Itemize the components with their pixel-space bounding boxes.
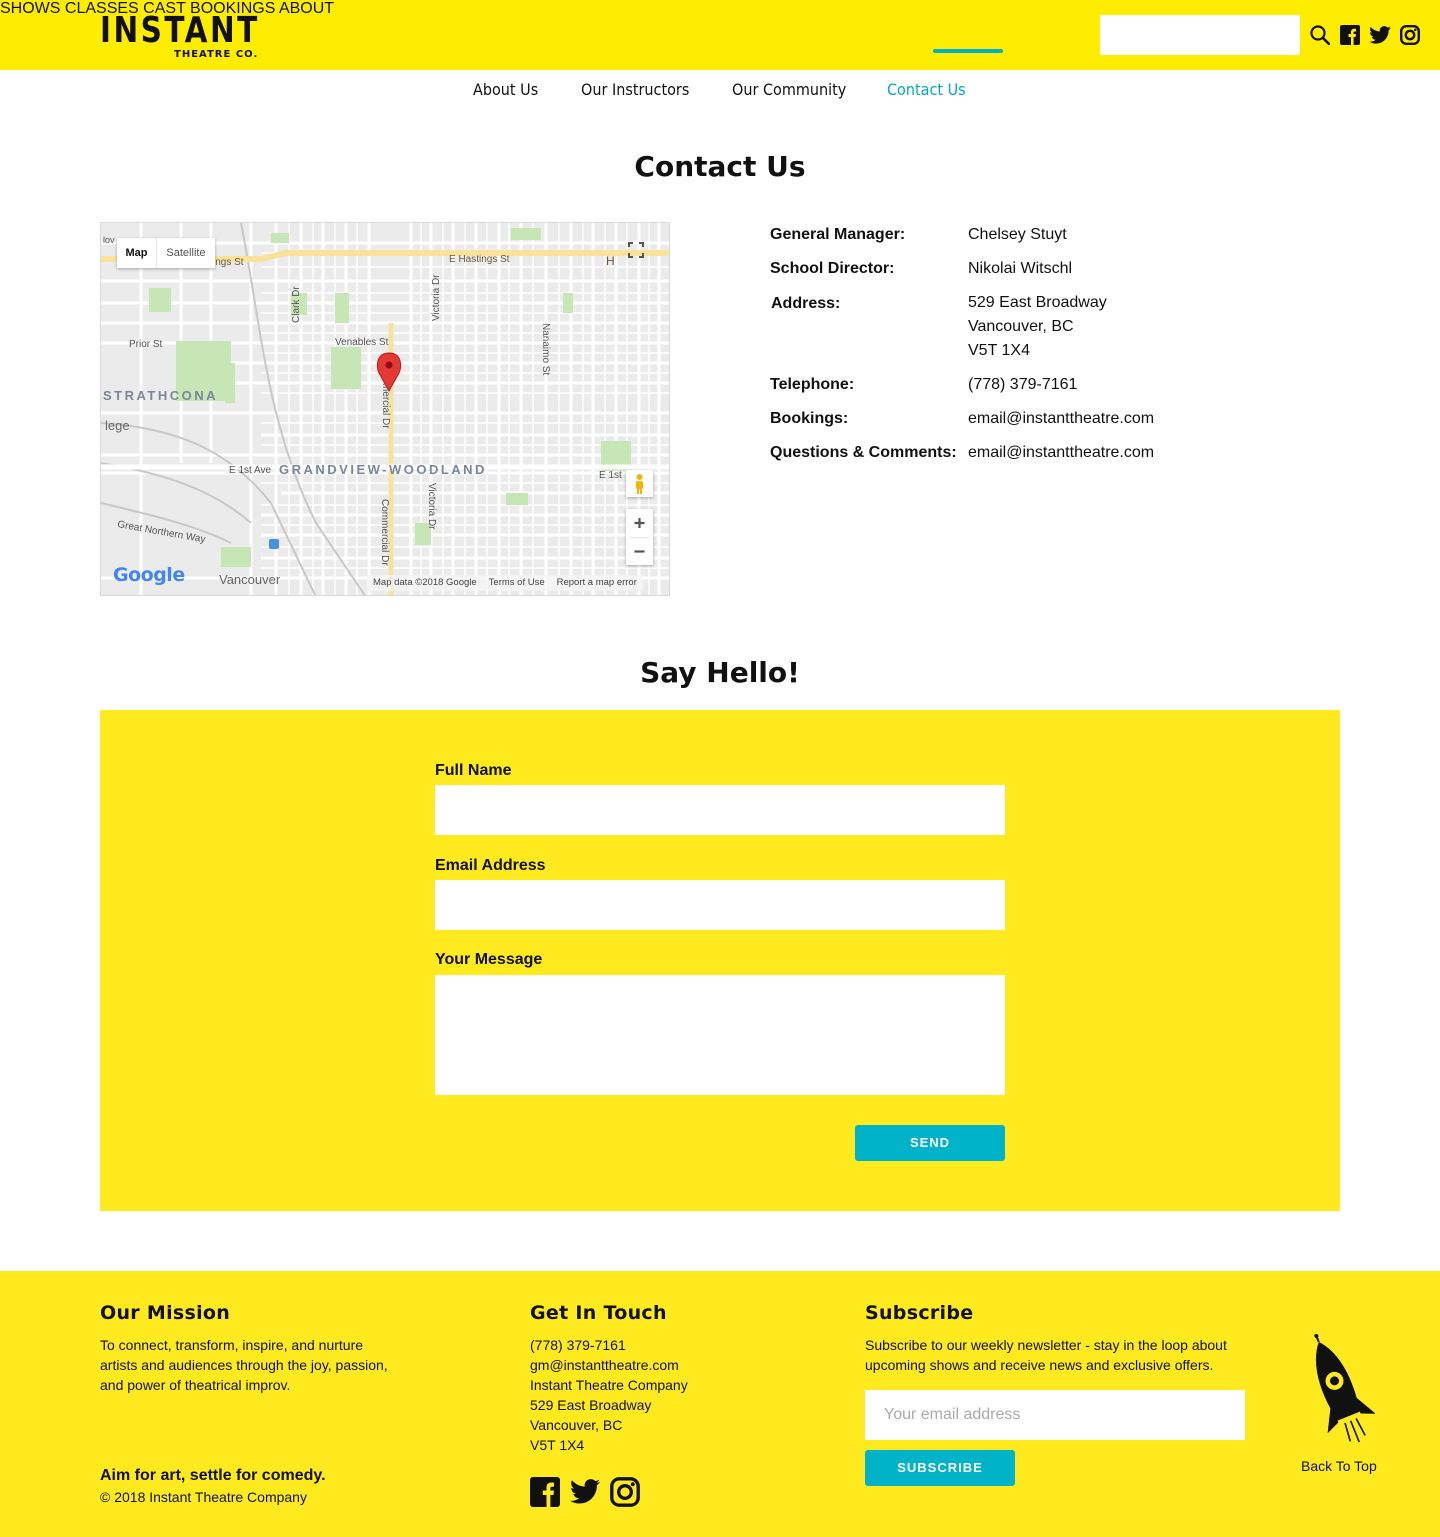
map-label-commercial-bottom: Commercial Dr bbox=[379, 499, 390, 566]
map-canvas[interactable]: E Hastings St ings St H lov Prior St Ven… bbox=[101, 223, 670, 596]
email-label: Email Address bbox=[435, 857, 546, 874]
transit-icon[interactable] bbox=[269, 539, 279, 549]
subnav-our-community[interactable]: Our Community bbox=[732, 80, 846, 100]
google-logo[interactable]: Google bbox=[113, 564, 185, 586]
subnav-contact-us[interactable]: Contact Us bbox=[887, 80, 966, 100]
info-label-address: Address: bbox=[771, 295, 841, 312]
map-terms-link[interactable]: Terms of Use bbox=[489, 575, 545, 591]
info-value-questions-email[interactable]: email@instanttheatre.com bbox=[968, 441, 1154, 465]
get-in-touch-title: Get In Touch bbox=[530, 1302, 667, 1324]
footer-facebook-icon[interactable] bbox=[530, 1477, 560, 1507]
info-label-general-manager: General Manager: bbox=[770, 226, 906, 243]
mission-line-3: and power of theatrical improv. bbox=[100, 1377, 291, 1393]
map-label-victoria-top: Victoria Dr bbox=[431, 274, 442, 321]
message-label: Your Message bbox=[435, 951, 543, 968]
tagline: Aim for art, settle for comedy. bbox=[100, 1467, 326, 1484]
footer-instagram-icon[interactable] bbox=[610, 1477, 640, 1507]
site-logo[interactable]: INSTANT THEATRE CO. bbox=[100, 12, 257, 62]
zoom-in-icon[interactable] bbox=[626, 509, 653, 537]
logo-subtitle: THEATRE CO. bbox=[174, 49, 259, 60]
full-name-label: Full Name bbox=[435, 762, 512, 779]
info-value-school-director: Nikolai Witschl bbox=[968, 260, 1073, 277]
footer-address-line2: Vancouver, BC bbox=[530, 1417, 623, 1433]
map-label-victoria-bottom: Victoria Dr bbox=[426, 483, 437, 530]
site-header: INSTANT THEATRE CO. SHOWS CLASSES CAST B… bbox=[0, 0, 1440, 70]
footer-address-line1: 529 East Broadway bbox=[530, 1397, 652, 1413]
footer-address-line3: V5T 1X4 bbox=[530, 1437, 585, 1453]
info-value-address-line3: V5T 1X4 bbox=[968, 342, 1030, 359]
map-label-hastings-left: ings St bbox=[213, 257, 244, 268]
copyright: © 2018 Instant Theatre Company bbox=[100, 1489, 307, 1505]
subnav-about-us[interactable]: About Us bbox=[473, 80, 538, 100]
logo-wordmark: INSTANT bbox=[100, 10, 260, 51]
map-attribution: Map data ©2018 Google Terms of Use Repor… bbox=[367, 575, 643, 591]
mission-line-2: artists and audiences through the joy, p… bbox=[100, 1357, 388, 1373]
search-input[interactable] bbox=[1100, 15, 1300, 55]
map-label-lege: lege bbox=[105, 418, 130, 433]
footer-twitter-icon[interactable] bbox=[570, 1479, 600, 1504]
map-label-clark: Clark Dr bbox=[291, 286, 302, 323]
map-type-map[interactable]: Map bbox=[117, 238, 157, 268]
info-label-telephone: Telephone: bbox=[770, 376, 855, 393]
subscribe-line-1: Subscribe to our weekly newsletter - sta… bbox=[865, 1337, 1227, 1353]
page-title: Contact Us bbox=[634, 150, 806, 183]
mission-line-1: To connect, transform, inspire, and nurt… bbox=[100, 1337, 364, 1353]
send-button[interactable]: SEND bbox=[855, 1125, 1005, 1161]
instagram-icon[interactable] bbox=[1400, 25, 1420, 45]
zoom-out-icon[interactable] bbox=[626, 538, 653, 565]
subscribe-line-2: upcoming shows and receive news and excl… bbox=[865, 1357, 1214, 1373]
map-label-venables: Venables St bbox=[335, 337, 389, 348]
fullscreen-icon[interactable] bbox=[626, 240, 646, 260]
info-value-bookings-email[interactable]: email@instanttheatre.com bbox=[968, 407, 1154, 431]
twitter-icon[interactable] bbox=[1369, 26, 1391, 44]
subscribe-title: Subscribe bbox=[865, 1302, 974, 1324]
message-textarea[interactable] bbox=[435, 975, 1005, 1095]
footer-company: Instant Theatre Company bbox=[530, 1377, 688, 1393]
subnav-our-instructors[interactable]: Our Instructors bbox=[581, 80, 689, 100]
info-value-general-manager: Chelsey Stuyt bbox=[968, 226, 1067, 243]
nav-item-shows[interactable]: SHOWS bbox=[0, 0, 60, 17]
info-label-school-director: School Director: bbox=[770, 260, 895, 277]
info-label-bookings: Bookings: bbox=[770, 410, 849, 427]
facebook-icon[interactable] bbox=[1340, 25, 1360, 45]
map-label-first-right: E 1st bbox=[599, 470, 622, 481]
info-value-address-line2: Vancouver, BC bbox=[968, 318, 1074, 335]
full-name-input[interactable] bbox=[435, 785, 1005, 835]
map-label-hastings: E Hastings St bbox=[449, 254, 510, 265]
map-label-vancouver: Vancouver bbox=[219, 572, 281, 587]
search-icon[interactable] bbox=[1310, 25, 1330, 45]
rocket-icon[interactable] bbox=[1303, 1330, 1375, 1454]
footer-email[interactable]: gm@instanttheatre.com bbox=[530, 1355, 679, 1375]
info-value-address-line1: 529 East Broadway bbox=[968, 294, 1107, 311]
info-label-questions: Questions & Comments: bbox=[770, 444, 957, 461]
map-type-toggle: Map Satellite bbox=[117, 238, 215, 268]
map-label-h-partial: H bbox=[606, 254, 615, 268]
map-label-first-ave: E 1st Ave bbox=[229, 465, 272, 476]
google-map[interactable]: E Hastings St ings St H lov Prior St Ven… bbox=[100, 222, 670, 596]
subscribe-button[interactable]: SUBSCRIBE bbox=[865, 1450, 1015, 1486]
map-label-grandview: GRANDVIEW-WOODLAND bbox=[279, 462, 487, 477]
pegman-button[interactable] bbox=[626, 470, 653, 497]
pegman-icon bbox=[636, 474, 643, 494]
nav-item-about[interactable]: ABOUT bbox=[279, 0, 334, 17]
footer-phone[interactable]: (778) 379-7161 bbox=[530, 1335, 626, 1355]
map-label-strathcona: STRATHCONA bbox=[103, 388, 218, 403]
info-value-telephone[interactable]: (778) 379-7161 bbox=[968, 373, 1077, 397]
email-input[interactable] bbox=[435, 880, 1005, 930]
zoom-control bbox=[626, 509, 653, 565]
map-label-lov: lov bbox=[103, 235, 115, 245]
mission-title: Our Mission bbox=[100, 1302, 231, 1324]
map-data-text: Map data ©2018 Google bbox=[373, 577, 477, 588]
nav-active-underline bbox=[933, 49, 1003, 53]
subscribe-email-input[interactable] bbox=[865, 1390, 1245, 1440]
map-report-link[interactable]: Report a map error bbox=[557, 575, 637, 591]
map-label-prior: Prior St bbox=[129, 339, 163, 350]
back-to-top-link[interactable]: Back To Top bbox=[1301, 1456, 1377, 1476]
form-title: Say Hello! bbox=[640, 656, 800, 689]
map-type-satellite[interactable]: Satellite bbox=[157, 238, 215, 268]
map-label-nanaimo: Nanaimo St bbox=[540, 323, 551, 375]
